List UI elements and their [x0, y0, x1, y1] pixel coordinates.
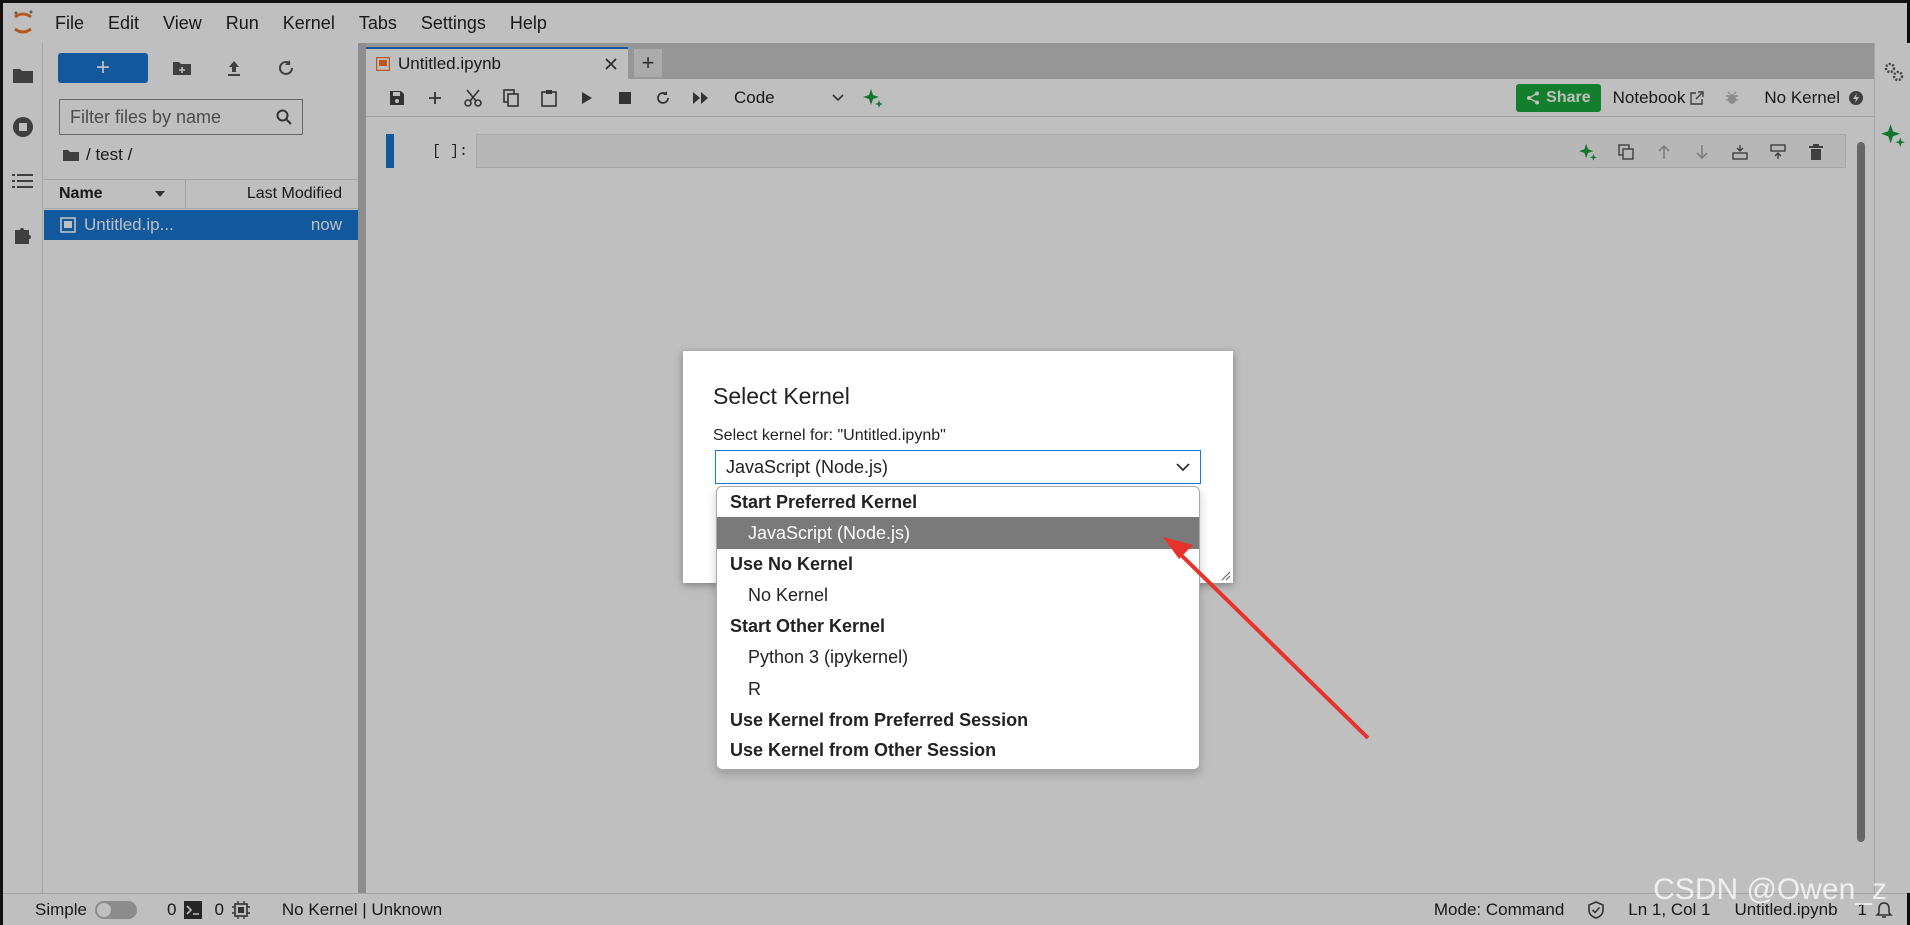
kernel-option-no-kernel[interactable]: No Kernel	[717, 579, 1199, 611]
resize-handle-icon[interactable]	[1221, 571, 1231, 581]
kernel-select-value: JavaScript (Node.js)	[726, 456, 889, 477]
watermark: CSDN @Owen_z	[1653, 873, 1887, 906]
kernel-option-python3[interactable]: Python 3 (ipykernel)	[717, 641, 1199, 673]
app-window: File Edit View Run Kernel Tabs Settings …	[0, 0, 1910, 925]
kernel-select[interactable]: JavaScript (Node.js)	[715, 450, 1201, 484]
dialog-title: Select Kernel	[713, 383, 850, 409]
option-group-label: Use No Kernel	[730, 553, 854, 574]
option-group-label: Start Other Kernel	[730, 615, 886, 636]
option-group-label: Use Kernel from Other Session	[730, 739, 997, 760]
kernel-option-r[interactable]: R	[717, 673, 1199, 705]
option-group-label: Use Kernel from Preferred Session	[730, 709, 1029, 730]
dialog-label: Select kernel for: "Untitled.ipynb"	[713, 427, 946, 444]
kernel-option-javascript[interactable]: JavaScript (Node.js)	[717, 517, 1199, 549]
chevron-down-icon	[1176, 462, 1190, 472]
option-group-label: Start Preferred Kernel	[730, 491, 918, 512]
kernel-options-list: Start Preferred Kernel JavaScript (Node.…	[716, 486, 1200, 770]
